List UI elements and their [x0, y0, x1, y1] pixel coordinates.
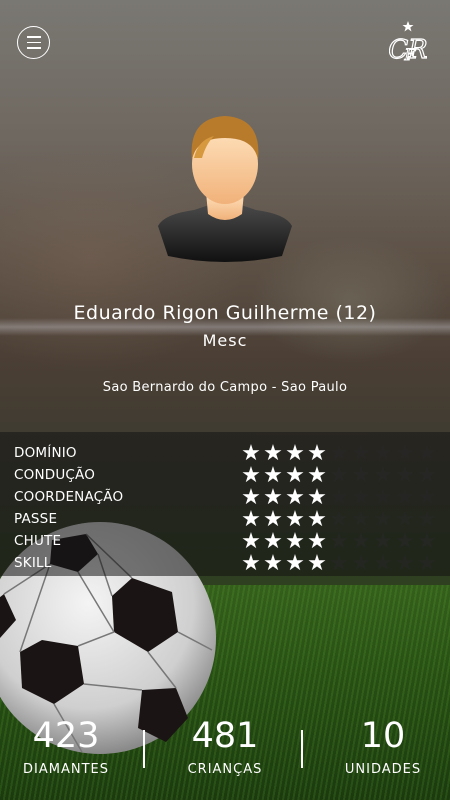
skill-row: COORDENAÇÃO ★ ★ ★ ★ ★ ★ ★ ★ ★ — [0, 487, 450, 509]
skill-rating: ★ ★ ★ ★ ★ ★ ★ ★ ★ — [240, 465, 438, 487]
skills-panel: DOMÍNIO ★ ★ ★ ★ ★ ★ ★ ★ ★ CONDUÇÃO ★ ★ ★ ★ ★ ★ ★ ★ ★ COORDEN… — [0, 432, 450, 576]
star-filled-icon: ★ — [263, 485, 283, 510]
star-empty-icon: ★ — [373, 507, 393, 532]
stats-bar: 423 DIAMANTES 481 CRIANÇAS 10 UNIDADES — [0, 714, 450, 800]
skill-label: CHUTE — [14, 533, 62, 549]
skill-row: CHUTE ★ ★ ★ ★ ★ ★ ★ ★ ★ — [0, 531, 450, 553]
crf-crest-icon: CR F — [389, 21, 427, 64]
player-name: Eduardo Rigon Guilherme (12) — [73, 302, 377, 324]
stat-label: CRIANÇAS — [187, 762, 263, 777]
skill-row: SKILL ★ ★ ★ ★ ★ ★ ★ ★ ★ — [0, 553, 450, 575]
skill-rating: ★ ★ ★ ★ ★ ★ ★ ★ ★ — [240, 509, 438, 531]
skill-rating: ★ ★ ★ ★ ★ ★ ★ ★ ★ — [240, 487, 438, 509]
star-empty-icon: ★ — [351, 529, 371, 554]
star-empty-icon: ★ — [417, 507, 437, 532]
star-filled-icon: ★ — [285, 529, 305, 554]
skill-rating: ★ ★ ★ ★ ★ ★ ★ ★ ★ — [240, 443, 438, 465]
hamburger-icon-line — [26, 47, 41, 49]
user-avatar-icon — [158, 116, 292, 262]
star-filled-icon: ★ — [241, 551, 261, 576]
star-filled-icon: ★ — [285, 441, 305, 466]
star-empty-icon: ★ — [329, 485, 349, 510]
star-filled-icon: ★ — [241, 463, 261, 488]
stat-value: 423 — [32, 716, 100, 756]
star-filled-icon: ★ — [285, 551, 305, 576]
star-empty-icon: ★ — [373, 463, 393, 488]
stat-label: DIAMANTES — [23, 762, 109, 777]
star-empty-icon: ★ — [395, 441, 415, 466]
star-empty-icon: ★ — [373, 485, 393, 510]
skill-rating: ★ ★ ★ ★ ★ ★ ★ ★ ★ — [240, 553, 438, 575]
star-empty-icon: ★ — [351, 507, 371, 532]
svg-text:F: F — [403, 45, 416, 64]
skill-row: DOMÍNIO ★ ★ ★ ★ ★ ★ ★ ★ ★ — [0, 443, 450, 465]
star-filled-icon: ★ — [241, 441, 261, 466]
hamburger-icon-line — [26, 41, 41, 44]
skill-row: PASSE ★ ★ ★ ★ ★ ★ ★ ★ ★ — [0, 509, 450, 531]
star-empty-icon: ★ — [351, 463, 371, 488]
star-empty-icon: ★ — [417, 485, 437, 510]
star-filled-icon: ★ — [285, 485, 305, 510]
star-empty-icon: ★ — [417, 463, 437, 488]
stat-criancas: 481 CRIANÇAS — [160, 714, 290, 777]
star-empty-icon: ★ — [417, 441, 437, 466]
star-filled-icon: ★ — [285, 463, 305, 488]
star-filled-icon: ★ — [307, 441, 327, 466]
star-filled-icon: ★ — [263, 551, 283, 576]
star-filled-icon: ★ — [241, 529, 261, 554]
stat-divider — [301, 730, 303, 768]
hamburger-icon-line — [26, 36, 41, 38]
skill-label: COORDENAÇÃO — [14, 489, 124, 505]
star-empty-icon: ★ — [395, 507, 415, 532]
star-filled-icon: ★ — [307, 485, 327, 510]
stat-divider — [143, 730, 145, 768]
stat-diamantes: 423 DIAMANTES — [1, 714, 131, 777]
skill-label: PASSE — [14, 511, 58, 527]
star-empty-icon: ★ — [417, 529, 437, 554]
star-empty-icon: ★ — [373, 551, 393, 576]
star-filled-icon: ★ — [285, 507, 305, 532]
star-filled-icon: ★ — [241, 485, 261, 510]
star-empty-icon: ★ — [395, 529, 415, 554]
star-empty-icon: ★ — [373, 529, 393, 554]
star-filled-icon: ★ — [307, 529, 327, 554]
player-location: Sao Bernardo do Campo - Sao Paulo — [102, 380, 348, 395]
star-filled-icon: ★ — [241, 507, 261, 532]
skill-label: DOMÍNIO — [14, 445, 77, 461]
star-filled-icon: ★ — [263, 463, 283, 488]
skill-label: SKILL — [14, 555, 52, 571]
star-filled-icon: ★ — [263, 441, 283, 466]
menu-button[interactable] — [17, 26, 50, 59]
star-empty-icon: ★ — [329, 551, 349, 576]
star-filled-icon: ★ — [263, 507, 283, 532]
star-empty-icon: ★ — [329, 529, 349, 554]
star-filled-icon: ★ — [307, 507, 327, 532]
stat-value: 10 — [360, 716, 406, 756]
star-filled-icon: ★ — [307, 551, 327, 576]
star-empty-icon: ★ — [395, 463, 415, 488]
star-empty-icon: ★ — [329, 441, 349, 466]
star-empty-icon: ★ — [395, 551, 415, 576]
star-empty-icon: ★ — [351, 551, 371, 576]
star-empty-icon: ★ — [351, 485, 371, 510]
skill-label: CONDUÇÃO — [14, 467, 96, 483]
skill-row: CONDUÇÃO ★ ★ ★ ★ ★ ★ ★ ★ ★ — [0, 465, 450, 487]
star-filled-icon: ★ — [263, 529, 283, 554]
star-empty-icon: ★ — [329, 507, 349, 532]
star-empty-icon: ★ — [395, 485, 415, 510]
stat-value: 481 — [191, 716, 259, 756]
star-empty-icon: ★ — [351, 441, 371, 466]
skill-rating: ★ ★ ★ ★ ★ ★ ★ ★ ★ — [240, 531, 438, 553]
stat-label: UNIDADES — [344, 762, 422, 777]
star-empty-icon: ★ — [329, 463, 349, 488]
star-empty-icon: ★ — [417, 551, 437, 576]
star-filled-icon: ★ — [307, 463, 327, 488]
star-empty-icon: ★ — [373, 441, 393, 466]
player-position: Mesc — [202, 331, 248, 350]
stat-unidades: 10 UNIDADES — [318, 714, 448, 777]
